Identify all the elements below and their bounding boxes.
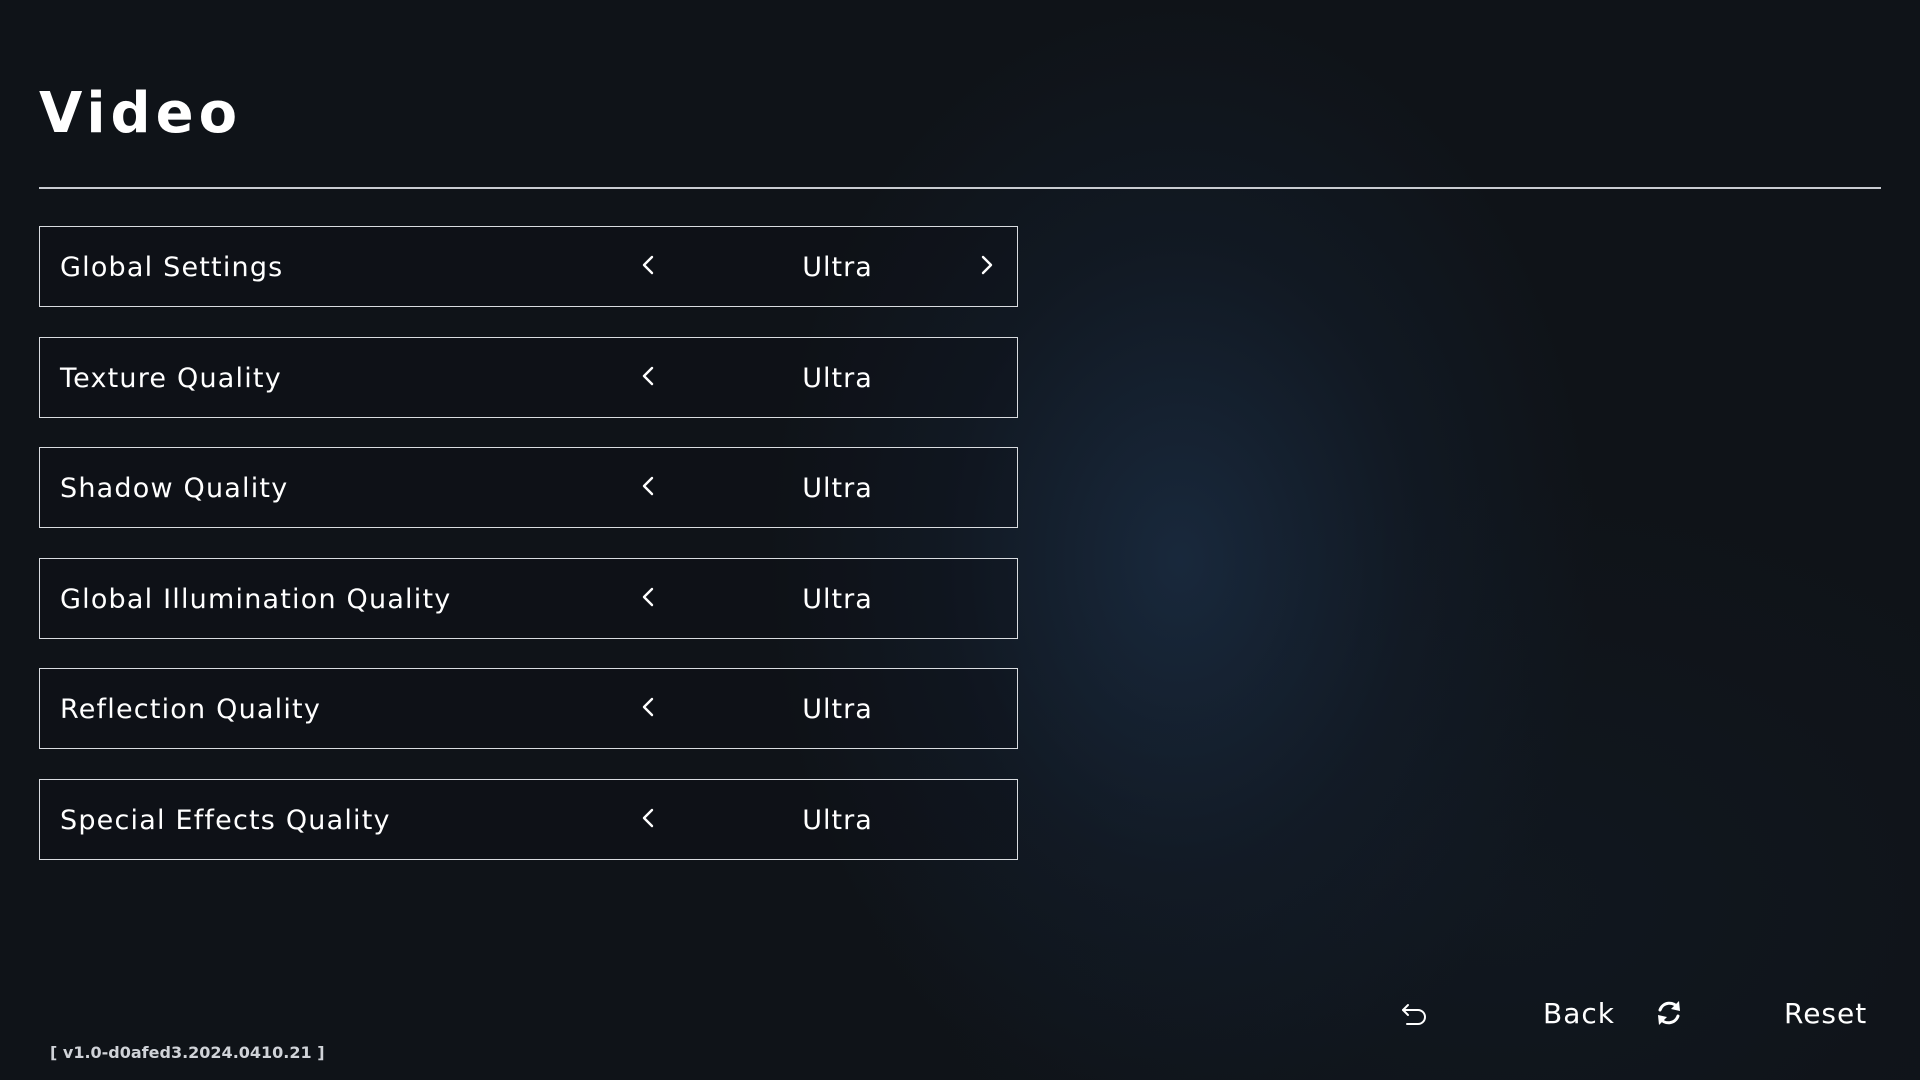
title-divider bbox=[39, 187, 1881, 189]
setting-value: Ultra bbox=[802, 804, 873, 836]
version-label: [ v1.0-d0afed3.2024.0410.21 ] bbox=[50, 1043, 325, 1062]
refresh-icon bbox=[1652, 996, 1686, 1030]
setting-label: Reflection Quality bbox=[60, 694, 322, 725]
setting-value: Ultra bbox=[802, 694, 873, 725]
setting-row-global-illumination-quality[interactable]: Global Illumination Quality Ultra bbox=[39, 557, 1018, 639]
setting-row-global-settings[interactable]: Global Settings Ultra bbox=[39, 226, 1018, 307]
setting-label: Shadow Quality bbox=[60, 473, 289, 504]
settings-list: Global Settings Ultra Texture Quality Ul… bbox=[39, 226, 1018, 889]
setting-value: Ultra bbox=[802, 473, 873, 504]
reset-label: Reset bbox=[1784, 996, 1868, 1030]
reset-label-button[interactable]: Reset bbox=[1784, 990, 1867, 1036]
chevron-left-icon[interactable] bbox=[630, 247, 666, 283]
chevron-left-icon[interactable] bbox=[630, 579, 666, 615]
chevron-left-icon[interactable] bbox=[630, 358, 666, 394]
setting-row-texture-quality[interactable]: Texture Quality Ultra bbox=[39, 336, 1018, 418]
chevron-right-icon[interactable] bbox=[969, 247, 1005, 283]
setting-value: Ultra bbox=[802, 252, 873, 283]
reset-button[interactable] bbox=[1652, 990, 1686, 1036]
setting-value: Ultra bbox=[802, 362, 873, 394]
page-title: Video bbox=[39, 81, 243, 146]
chevron-left-icon[interactable] bbox=[630, 800, 666, 836]
setting-label: Special Effects Quality bbox=[60, 804, 391, 836]
setting-label: Global Illumination Quality bbox=[60, 583, 452, 615]
back-arrow-icon bbox=[1398, 996, 1432, 1030]
setting-row-shadow-quality[interactable]: Shadow Quality Ultra bbox=[39, 447, 1018, 528]
setting-label: Global Settings bbox=[60, 252, 284, 283]
setting-label: Texture Quality bbox=[60, 362, 282, 394]
chevron-left-icon[interactable] bbox=[630, 689, 666, 725]
setting-value: Ultra bbox=[802, 583, 873, 615]
back-button[interactable] bbox=[1398, 990, 1432, 1036]
setting-row-special-effects-quality[interactable]: Special Effects Quality Ultra bbox=[39, 778, 1018, 860]
back-label: Back bbox=[1543, 996, 1615, 1030]
chevron-left-icon[interactable] bbox=[630, 468, 666, 504]
back-label-button[interactable]: Back bbox=[1543, 990, 1615, 1036]
setting-row-reflection-quality[interactable]: Reflection Quality Ultra bbox=[39, 668, 1018, 749]
